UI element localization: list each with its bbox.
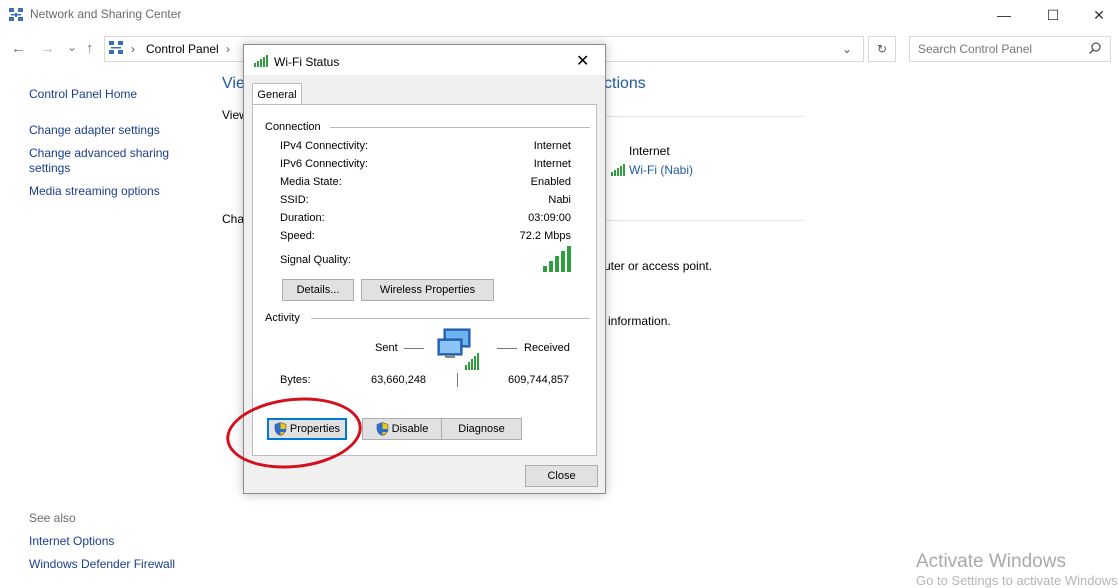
disable-button-label: Disable [391, 423, 429, 435]
ipv4-value: Internet [533, 140, 571, 152]
ipv6-label: IPv6 Connectivity: [280, 158, 369, 170]
breadcrumb-separator-2: › [226, 42, 230, 56]
media-state-value: Enabled [530, 176, 571, 188]
activate-windows-watermark: Activate Windows [916, 551, 1066, 572]
speed-label: Speed: [280, 230, 315, 242]
sidebar-change-advanced-sharing[interactable]: Change advanced sharing [29, 146, 169, 160]
signal-bar [567, 246, 571, 272]
activate-windows-subtext: Go to Settings to activate Windows. [916, 573, 1119, 588]
divider [604, 116, 803, 117]
dialog-titlebar: Wi-Fi Status ✕ [244, 45, 605, 75]
activity-group-line [311, 318, 590, 319]
wifi-signal-icon [254, 55, 268, 67]
main-heading-start: Vie [222, 75, 245, 92]
close-window-button[interactable]: ✕ [1076, 0, 1119, 30]
search-icon[interactable] [1088, 41, 1102, 55]
sidebar-change-advanced-sharing-2[interactable]: settings [29, 161, 70, 175]
sidebar-change-adapter-settings[interactable]: Change adapter settings [29, 123, 160, 137]
router-setup-text: uter or access point. [604, 259, 713, 273]
main-heading-end: ctions [604, 75, 646, 92]
breadcrumb-separator: › [131, 42, 135, 56]
up-arrow-icon: ↑ [86, 40, 94, 57]
ssid-value: Nabi [548, 194, 571, 206]
uac-shield-icon [376, 422, 388, 436]
bytes-label: Bytes: [280, 374, 311, 386]
tab-general[interactable]: General [252, 83, 302, 105]
forward-arrow-icon: → [40, 40, 55, 57]
close-icon: ✕ [1093, 6, 1105, 23]
see-also-internet-options[interactable]: Internet Options [29, 534, 114, 548]
received-line [497, 348, 517, 349]
close-dialog-button[interactable]: Close [525, 465, 598, 487]
disable-button[interactable]: Disable [362, 418, 442, 440]
bytes-divider [457, 373, 458, 387]
refresh-button[interactable]: ↻ [868, 36, 896, 62]
network-computers-icon [437, 328, 479, 370]
received-label: Received [524, 342, 570, 354]
divider-2 [604, 220, 803, 221]
address-dropdown-button[interactable]: ⌄ [842, 42, 852, 56]
troubleshoot-text: information. [608, 314, 671, 328]
network-center-icon [9, 8, 23, 21]
duration-value: 03:09:00 [528, 212, 571, 224]
minimize-button[interactable]: — [981, 0, 1027, 30]
minimize-icon: — [997, 7, 1011, 23]
close-icon: ✕ [576, 53, 590, 70]
chevron-down-icon: ⌄ [842, 42, 853, 56]
diagnose-button[interactable]: Diagnose [441, 418, 522, 440]
see-also-heading: See also [29, 511, 76, 525]
search-placeholder: Search Control Panel [918, 42, 1033, 56]
signal-strength-icon [543, 246, 571, 272]
signal-bar [555, 256, 559, 272]
window-title: Network and Sharing Center [30, 7, 182, 21]
signal-bar [549, 261, 553, 272]
dialog-title: Wi-Fi Status [274, 55, 340, 69]
speed-value: 72.2 Mbps [519, 230, 571, 242]
connection-group-label: Connection [265, 121, 325, 133]
window-titlebar: Network and Sharing Center — ☐ ✕ [0, 0, 1119, 30]
maximize-button[interactable]: ☐ [1030, 0, 1076, 30]
activity-group-label: Activity [265, 312, 304, 324]
ipv4-label: IPv4 Connectivity: [280, 140, 369, 152]
forward-button[interactable]: → [40, 40, 55, 57]
bytes-sent-value: 63,660,248 [371, 374, 427, 386]
wifi-signal-icon [611, 164, 625, 176]
chevron-down-icon: ⌄ [67, 40, 78, 54]
up-button[interactable]: ↑ [86, 40, 94, 57]
recent-locations-button[interactable]: ⌄ [67, 40, 77, 54]
media-state-label: Media State: [280, 176, 342, 188]
sidebar-control-panel-home[interactable]: Control Panel Home [29, 87, 137, 101]
details-button[interactable]: Details... [282, 279, 354, 301]
back-arrow-icon: ← [11, 40, 26, 57]
change-settings-label: Cha [222, 212, 245, 226]
breadcrumb-control-panel[interactable]: Control Panel [146, 42, 219, 56]
ssid-label: SSID: [280, 194, 309, 206]
sidebar-media-streaming[interactable]: Media streaming options [29, 184, 160, 198]
wireless-properties-button[interactable]: Wireless Properties [361, 279, 494, 301]
sent-label: Sent [375, 342, 398, 354]
control-panel-icon [109, 41, 123, 54]
signal-bar [543, 266, 547, 272]
back-button[interactable]: ← [11, 40, 26, 57]
wifi-connection-link[interactable]: Wi-Fi (Nabi) [629, 163, 693, 177]
maximize-icon: ☐ [1046, 6, 1060, 23]
dialog-close-button[interactable]: ✕ [576, 51, 589, 71]
refresh-icon: ↻ [876, 42, 888, 56]
duration-label: Duration: [280, 212, 325, 224]
bytes-received-value: 609,744,857 [508, 374, 570, 386]
sent-line [404, 348, 424, 349]
signal-quality-label: Signal Quality: [280, 254, 351, 266]
see-also-firewall[interactable]: Windows Defender Firewall [29, 557, 175, 571]
access-type-internet: Internet [629, 144, 670, 158]
connection-group-line [330, 127, 590, 128]
ipv6-value: Internet [533, 158, 571, 170]
signal-bar [561, 251, 565, 272]
